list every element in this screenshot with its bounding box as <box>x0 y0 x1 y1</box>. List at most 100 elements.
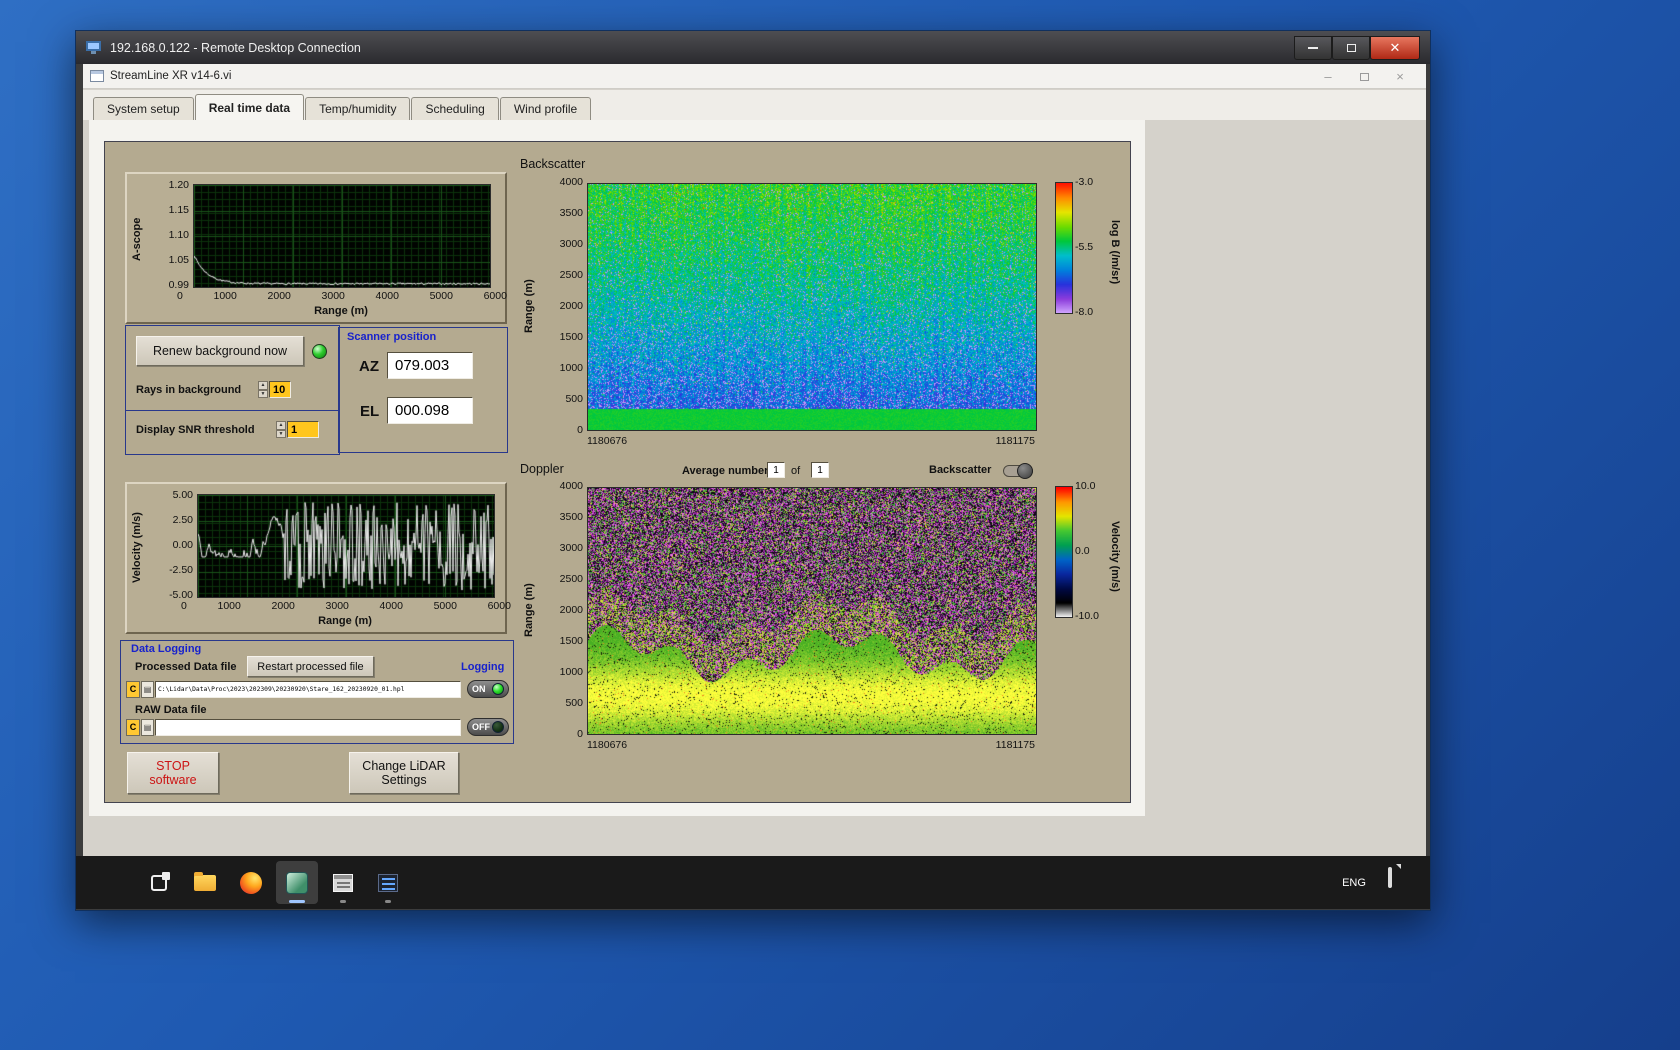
rdp-restore-button[interactable] <box>1332 35 1370 60</box>
minimize-icon <box>1308 46 1318 49</box>
doppler-colorbar-label: Velocity (m/s) <box>1109 520 1121 592</box>
tab-wind-profile[interactable]: Wind profile <box>499 97 592 120</box>
firefox-icon <box>240 871 262 894</box>
off-lamp-icon <box>492 721 504 733</box>
folder-icon <box>194 871 216 891</box>
backscatter-title: Backscatter <box>520 157 586 171</box>
backscatter-heatmap <box>587 183 1037 431</box>
tab-system-setup[interactable]: System setup <box>93 97 194 120</box>
rays-in-background-label: Rays in background <box>136 384 242 396</box>
rdp-close-button[interactable]: ✕ <box>1370 35 1420 60</box>
backscatter-colorbar <box>1055 182 1073 314</box>
language-button[interactable]: ENG <box>1334 864 1374 902</box>
renew-background-button[interactable]: Renew background now <box>136 336 304 366</box>
drive-select[interactable]: C <box>126 681 140 698</box>
doppler-ylabel: Range (m) <box>523 583 535 637</box>
main-panel: A-scope 1.20 1.15 1.10 1.05 0.99 0 1000 <box>104 141 1131 803</box>
notes-app-icon <box>378 873 398 892</box>
increment-icon[interactable]: ▲ <box>276 421 286 430</box>
processed-data-file-label: Processed Data file <box>135 661 237 673</box>
backscatter-xticks: 1180676 1181175 <box>587 435 1035 447</box>
average-current-field[interactable]: 1 <box>767 462 785 478</box>
scanner-position-box: Scanner position AZ 079.003 EL 000.098 <box>338 327 508 453</box>
restart-processed-file-button[interactable]: Restart processed file <box>247 656 374 677</box>
file-explorer-button[interactable] <box>184 861 226 904</box>
backscatter-toggle-label: Backscatter <box>929 464 992 476</box>
backscatter-yticks: 4000 3500 3000 2500 2000 1500 1000 500 0 <box>559 176 583 436</box>
toggle-knob-icon <box>1017 463 1033 479</box>
restore-icon <box>1359 72 1369 81</box>
running-indicator <box>385 900 391 903</box>
app-minimize-button[interactable]: – <box>1321 69 1335 84</box>
raw-drive-select[interactable]: C <box>126 719 140 736</box>
velocity-yticks: 5.00 2.50 0.00 -2.50 -5.00 <box>169 489 193 601</box>
backscatter-doppler-toggle[interactable] <box>1003 463 1033 479</box>
data-logging-title: Data Logging <box>131 643 202 655</box>
raw-browse-folder-icon[interactable]: ▤ <box>141 719 154 736</box>
backscatter-colorbar-ticks: -3.0 -5.5 -8.0 <box>1075 176 1094 318</box>
restore-icon <box>1346 43 1356 52</box>
tab-temp-humidity[interactable]: Temp/humidity <box>305 97 411 120</box>
velocity-group: Velocity (m/s) 5.00 2.50 0.00 -2.50 -5.0… <box>125 482 511 634</box>
average-total-field[interactable]: 1 <box>811 462 829 478</box>
doppler-xticks: 1180676 1181175 <box>587 739 1035 751</box>
rdp-title: 192.168.0.122 - Remote Desktop Connectio… <box>110 40 361 55</box>
app-window: StreamLine XR v14-6.vi – × System setup … <box>83 64 1426 856</box>
decrement-icon[interactable]: ▼ <box>276 429 286 438</box>
rays-value-field[interactable]: 10 <box>269 381 291 398</box>
active-app-button[interactable] <box>276 861 318 904</box>
running-indicator <box>340 900 346 903</box>
raw-data-file-label: RAW Data file <box>135 704 207 716</box>
chat-bubble-tail-icon <box>1396 864 1401 886</box>
snr-value-field[interactable]: 1 <box>287 421 319 438</box>
processed-logging-toggle[interactable]: ON <box>467 680 509 698</box>
el-value: 000.098 <box>387 397 473 424</box>
doppler-heatmap <box>587 487 1037 735</box>
of-label: of <box>791 465 801 477</box>
snr-spinner[interactable]: ▲ ▼ <box>276 421 286 438</box>
firefox-button[interactable] <box>230 861 272 904</box>
taskbar: ENG <box>76 856 1430 909</box>
desktop: 192.168.0.122 - Remote Desktop Connectio… <box>0 0 1680 1050</box>
velocity-plot <box>197 494 495 598</box>
stop-software-button[interactable]: STOP software <box>127 752 219 794</box>
data-logging-box: Data Logging Processed Data file Restart… <box>120 640 514 744</box>
divider <box>126 410 339 411</box>
browse-folder-icon[interactable]: ▤ <box>141 681 154 698</box>
rdp-computer-icon <box>86 40 102 55</box>
app-titlebar[interactable]: StreamLine XR v14-6.vi – × <box>83 64 1426 89</box>
tab-real-time-data[interactable]: Real time data <box>194 94 305 120</box>
labview-vi-icon <box>90 70 104 82</box>
doppler-colorbar-ticks: 10.0 0.0 -10.0 <box>1075 480 1099 622</box>
raw-logging-toggle[interactable]: OFF <box>467 718 509 736</box>
snr-threshold-label: Display SNR threshold <box>136 424 255 436</box>
background-controls-box: Renew background now Rays in background … <box>125 325 340 455</box>
rdp-titlebar[interactable]: 192.168.0.122 - Remote Desktop Connectio… <box>76 31 1430 64</box>
el-label: EL <box>360 403 380 420</box>
rays-spinner[interactable]: ▲ ▼ <box>258 381 268 398</box>
scan-schedule-app-button[interactable] <box>322 861 364 904</box>
ascope-xticks: 0 1000 2000 3000 4000 5000 6000 <box>177 290 507 302</box>
front-panel: A-scope 1.20 1.15 1.10 1.05 0.99 0 1000 <box>89 120 1145 816</box>
app-restore-button[interactable] <box>1357 69 1371 84</box>
processed-path-field[interactable]: C:\Lidar\Data\Proc\2023\202309\20230920\… <box>155 681 461 698</box>
scanner-position-title: Scanner position <box>347 331 437 343</box>
rdp-minimize-button[interactable] <box>1294 35 1332 60</box>
chat-button[interactable] <box>1388 864 1418 899</box>
tab-scheduling[interactable]: Scheduling <box>411 97 499 120</box>
tab-bar: System setup Real time data Temp/humidit… <box>83 90 1426 120</box>
scan-schedule-icon <box>333 873 353 892</box>
decrement-icon[interactable]: ▼ <box>258 389 268 398</box>
logging-label: Logging <box>461 661 505 673</box>
task-view-button[interactable] <box>138 861 180 904</box>
doppler-title: Doppler <box>520 462 564 476</box>
doppler-colorbar <box>1055 486 1073 618</box>
ascope-group: A-scope 1.20 1.15 1.10 1.05 0.99 0 1000 <box>125 172 507 324</box>
raw-path-field[interactable] <box>155 719 461 736</box>
notes-app-button[interactable] <box>367 861 409 904</box>
change-lidar-settings-button[interactable]: Change LiDAR Settings <box>349 752 459 794</box>
velocity-ylabel: Velocity (m/s) <box>131 512 143 584</box>
az-label: AZ <box>359 358 379 375</box>
increment-icon[interactable]: ▲ <box>258 381 268 390</box>
app-close-button[interactable]: × <box>1393 69 1407 84</box>
